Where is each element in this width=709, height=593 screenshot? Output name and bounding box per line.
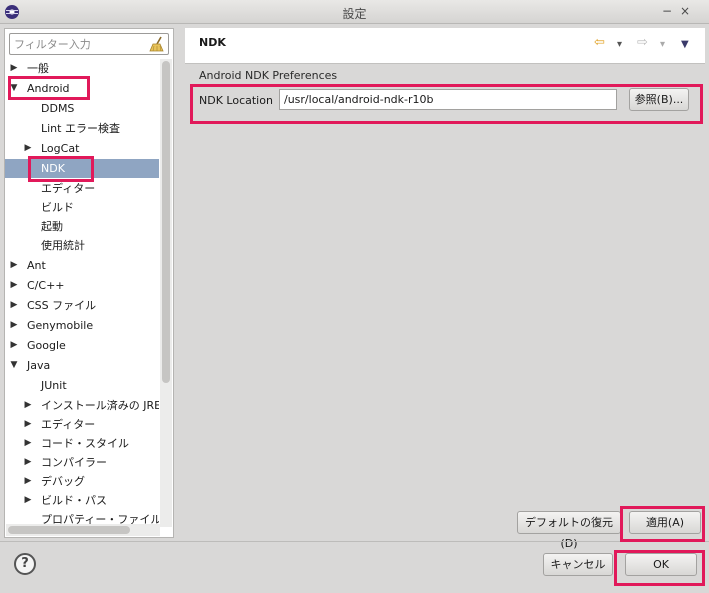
collapse-icon[interactable]: ▼ — [9, 79, 19, 98]
expand-icon[interactable]: ▶ — [9, 59, 19, 78]
tree-item-label: コンパイラー — [41, 456, 107, 469]
tree-item-android-editor[interactable]: エディター — [5, 179, 159, 198]
preferences-tree-panel: ▶ 一般 ▼ Android DDMS Lint エラー検査 ▶ LogCat … — [4, 28, 174, 538]
expand-icon[interactable]: ▶ — [23, 453, 33, 472]
close-icon[interactable]: × — [678, 4, 692, 18]
scrollbar-thumb[interactable] — [162, 61, 170, 383]
expand-icon[interactable]: ▶ — [9, 336, 19, 355]
tree-item-label: ビルド — [41, 201, 74, 214]
expand-icon[interactable]: ▶ — [9, 316, 19, 335]
tree-item-google[interactable]: ▶ Google — [5, 336, 159, 355]
expand-icon[interactable]: ▶ — [9, 296, 19, 315]
tree-item-launch[interactable]: 起動 — [5, 217, 159, 236]
expand-icon[interactable]: ▶ — [23, 491, 33, 510]
tree-vertical-scrollbar[interactable] — [160, 59, 172, 527]
footer-separator — [0, 541, 709, 542]
tree-item-label: CSS ファイル — [27, 299, 97, 312]
tree-item-label: デバッグ — [41, 475, 85, 488]
back-arrow-icon[interactable]: ⇦ — [594, 36, 605, 50]
tree-item-ndk[interactable]: NDK — [5, 159, 159, 178]
ndk-location-input[interactable] — [279, 89, 617, 110]
window-title: 設定 — [342, 7, 367, 21]
tree-item-ant[interactable]: ▶ Ant — [5, 256, 159, 275]
tree-item-properties-file[interactable]: プロパティー・ファイル・エ — [5, 510, 159, 525]
collapse-icon[interactable]: ▼ — [9, 356, 19, 375]
page-title: NDK — [199, 36, 226, 49]
filter-input[interactable] — [12, 35, 148, 53]
tree-item-ddms[interactable]: DDMS — [5, 99, 159, 118]
back-menu-icon[interactable]: ▾ — [617, 38, 622, 52]
tree-item-debug[interactable]: ▶ デバッグ — [5, 472, 159, 491]
tree-horizontal-scrollbar[interactable] — [6, 524, 160, 536]
tree-item-label: プロパティー・ファイル・エ — [41, 513, 159, 525]
expand-icon[interactable]: ▶ — [23, 396, 33, 415]
expand-icon[interactable]: ▶ — [23, 472, 33, 491]
tree-item-usage-stats[interactable]: 使用統計 — [5, 236, 159, 255]
scrollbar-thumb[interactable] — [8, 526, 130, 534]
tree-item-label: JUnit — [41, 379, 67, 392]
tree-item-java[interactable]: ▼ Java — [5, 356, 159, 375]
tree-item-java-editor[interactable]: ▶ エディター — [5, 415, 159, 434]
tree-item-label: Android — [27, 82, 70, 95]
tree-item-build-path[interactable]: ▶ ビルド・パス — [5, 491, 159, 510]
expand-icon[interactable]: ▶ — [9, 276, 19, 295]
title-bar: 設定 − × — [0, 0, 709, 24]
tree-item-logcat[interactable]: ▶ LogCat — [5, 139, 159, 158]
tree-item-label: ビルド・パス — [41, 494, 107, 507]
tree-item-label: 使用統計 — [41, 239, 85, 252]
help-icon[interactable]: ? — [14, 553, 36, 575]
tree-item-cpp[interactable]: ▶ C/C++ — [5, 276, 159, 295]
tree-item-label: Google — [27, 339, 66, 352]
expand-icon[interactable]: ▶ — [23, 415, 33, 434]
section-label: Android NDK Preferences — [199, 69, 338, 82]
tree-item-label: Java — [27, 359, 51, 372]
clear-filter-icon[interactable] — [149, 36, 165, 52]
filter-box — [9, 33, 169, 55]
cancel-button[interactable]: キャンセル — [543, 553, 613, 576]
tree-item-label: C/C++ — [27, 279, 65, 292]
tree-item-label: DDMS — [41, 102, 75, 115]
tree-item-label: NDK — [41, 162, 65, 175]
forward-menu-icon[interactable]: ▾ — [660, 38, 665, 52]
tree-item-css[interactable]: ▶ CSS ファイル — [5, 296, 159, 315]
tree-item-code-style[interactable]: ▶ コード・スタイル — [5, 434, 159, 453]
tree-item-lint[interactable]: Lint エラー検査 — [5, 119, 159, 138]
tree-item-label: LogCat — [41, 142, 80, 155]
tree-item-label: Lint エラー検査 — [41, 122, 120, 135]
minimize-icon[interactable]: − — [660, 4, 674, 18]
tree-item-label: エディター — [41, 418, 96, 431]
tree-item-installed-jres[interactable]: ▶ インストール済みの JRE — [5, 396, 159, 415]
view-menu-icon[interactable]: ▼ — [681, 38, 689, 52]
tree-item-label: Genymobile — [27, 319, 94, 332]
page-header: NDK ⇦ ▾ ⇨ ▾ ▼ — [185, 28, 705, 64]
expand-icon[interactable]: ▶ — [23, 139, 33, 158]
browse-button[interactable]: 参照(B)... — [629, 88, 689, 111]
tree-item-junit[interactable]: JUnit — [5, 376, 159, 395]
ok-button[interactable]: OK — [625, 553, 697, 576]
expand-icon[interactable]: ▶ — [23, 434, 33, 453]
tree-item-label: 起動 — [41, 220, 63, 233]
apply-button[interactable]: 適用(A) — [629, 511, 701, 534]
tree-item-general[interactable]: ▶ 一般 — [5, 59, 159, 78]
tree-item-label: コード・スタイル — [41, 437, 129, 450]
tree-item-genymobile[interactable]: ▶ Genymobile — [5, 316, 159, 335]
expand-icon[interactable]: ▶ — [9, 256, 19, 275]
tree-item-label: 一般 — [27, 62, 49, 75]
preference-page: NDK ⇦ ▾ ⇨ ▾ ▼ Android NDK Preferences ND… — [185, 28, 705, 550]
tree-item-label: エディター — [41, 182, 96, 195]
ndk-location-label: NDK Location — [199, 94, 273, 107]
tree-item-label: Ant — [27, 259, 46, 272]
tree-item-compiler[interactable]: ▶ コンパイラー — [5, 453, 159, 472]
tree-item-android[interactable]: ▼ Android — [5, 79, 159, 98]
tree-item-build[interactable]: ビルド — [5, 198, 159, 217]
preferences-tree: ▶ 一般 ▼ Android DDMS Lint エラー検査 ▶ LogCat … — [5, 59, 159, 525]
tree-item-label: インストール済みの JRE — [41, 399, 159, 412]
restore-defaults-button[interactable]: デフォルトの復元(D) — [517, 511, 621, 550]
forward-arrow-icon[interactable]: ⇨ — [637, 36, 648, 50]
